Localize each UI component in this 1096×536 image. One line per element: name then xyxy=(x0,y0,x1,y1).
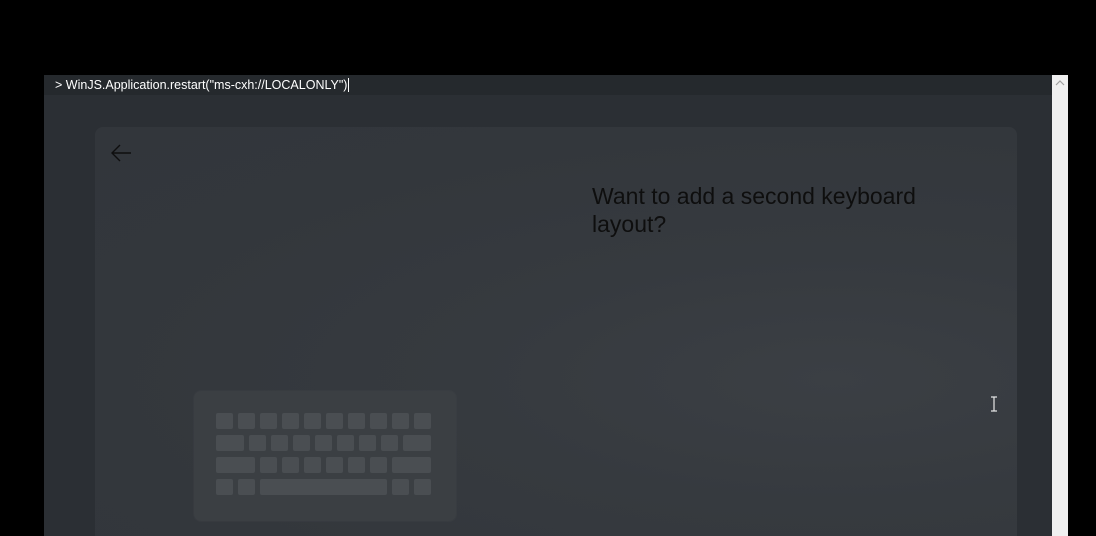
key xyxy=(392,413,409,429)
key xyxy=(315,435,332,451)
text-cursor-icon xyxy=(991,396,997,412)
key xyxy=(348,457,365,473)
key xyxy=(392,457,431,473)
key xyxy=(304,413,321,429)
scroll-up-button[interactable] xyxy=(1052,75,1068,91)
key xyxy=(249,435,266,451)
key xyxy=(326,413,343,429)
key xyxy=(216,479,233,495)
key xyxy=(304,457,321,473)
key xyxy=(271,435,288,451)
key xyxy=(216,413,233,429)
console-command[interactable]: WinJS.Application.restart("ms-cxh://LOCA… xyxy=(66,75,348,95)
key xyxy=(359,435,376,451)
key xyxy=(260,457,277,473)
key xyxy=(238,479,255,495)
keyboard-row xyxy=(216,457,431,473)
vertical-scrollbar[interactable] xyxy=(1052,75,1068,536)
key xyxy=(414,413,431,429)
key xyxy=(403,435,431,451)
key xyxy=(282,457,299,473)
console-prompt: > xyxy=(55,78,63,92)
key xyxy=(337,435,354,451)
key xyxy=(293,435,310,451)
key xyxy=(282,413,299,429)
text-caret xyxy=(348,78,350,92)
oobe-dialog: Want to add a second keyboard layout? xyxy=(95,127,1017,536)
key xyxy=(216,457,255,473)
setup-window: > WinJS.Application.restart("ms-cxh://LO… xyxy=(44,75,1068,536)
back-button[interactable] xyxy=(107,141,135,165)
key xyxy=(381,435,398,451)
spacebar-key xyxy=(260,479,387,495)
key xyxy=(392,479,409,495)
keyboard-illustration xyxy=(194,391,456,521)
keyboard-row xyxy=(216,479,431,495)
arrow-left-icon xyxy=(111,144,131,162)
chevron-up-icon xyxy=(1055,80,1065,86)
key xyxy=(348,413,365,429)
key xyxy=(370,457,387,473)
keyboard-row xyxy=(216,435,431,451)
key xyxy=(216,435,244,451)
key xyxy=(260,413,277,429)
page-title: Want to add a second keyboard layout? xyxy=(592,183,916,237)
key xyxy=(414,479,431,495)
keyboard-row xyxy=(216,413,431,429)
key xyxy=(370,413,387,429)
console-command-line[interactable]: > WinJS.Application.restart("ms-cxh://LO… xyxy=(44,75,1052,95)
key xyxy=(238,413,255,429)
key xyxy=(326,457,343,473)
